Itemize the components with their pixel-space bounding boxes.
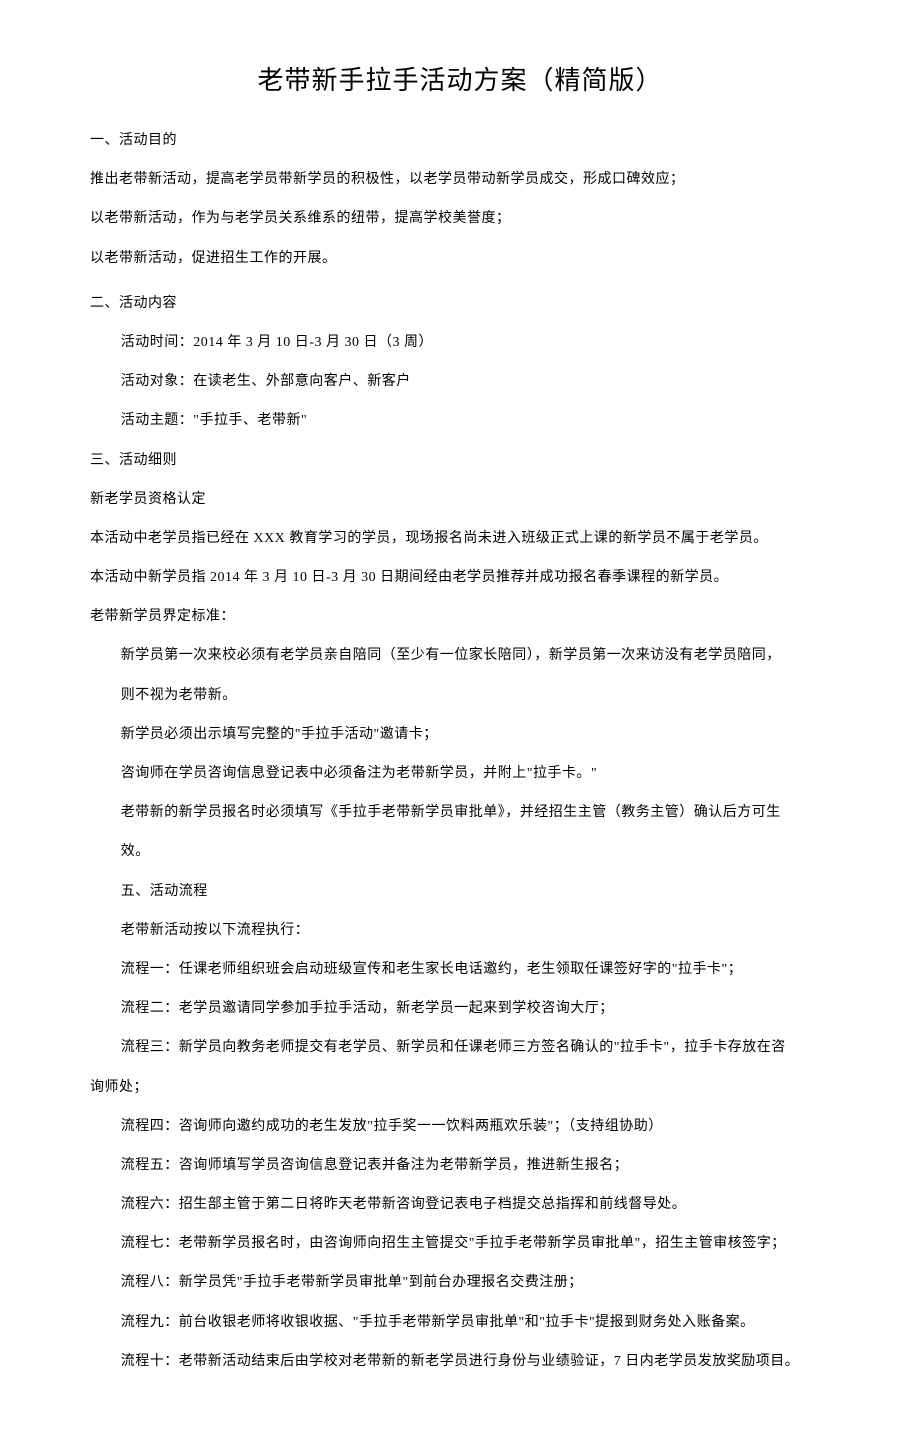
section-heading-1: 一、活动目的 (90, 121, 830, 160)
flow-1: 流程一：任课老师组织班会启动班级宣传和老生家长电话邀约，老生领取任课签好字的"拉… (90, 950, 830, 989)
section2-p1: 活动时间：2014 年 3 月 10 日-3 月 30 日（3 周） (90, 323, 830, 362)
section3-p6: 新学员必须出示填写完整的"手拉手活动"邀请卡； (90, 715, 830, 754)
section-heading-5: 五、活动流程 (90, 872, 830, 911)
flow-6: 流程六：招生部主管于第二日将昨天老带新咨询登记表电子档提交总指挥和前线督导处。 (90, 1185, 830, 1224)
flow-10: 流程十：老带新活动结束后由学校对老带新的新老学员进行身份与业绩验证，7 日内老学… (90, 1342, 830, 1381)
section3-p3: 本活动中新学员指 2014 年 3 月 10 日-3 月 30 日期间经由老学员… (90, 558, 830, 597)
section1-p1: 推出老带新活动，提高老学员带新学员的积极性，以老学员带动新学员成交，形成口碑效应… (90, 160, 830, 199)
flow-8: 流程八：新学员凭"手拉手老带新学员审批单"到前台办理报名交费注册； (90, 1263, 830, 1302)
flow-5: 流程五：咨询师填写学员咨询信息登记表并备注为老带新学员，推进新生报名； (90, 1146, 830, 1185)
section3-p7: 咨询师在学员咨询信息登记表中必须备注为老带新学员，并附上"拉手卡。" (90, 754, 830, 793)
flow-7: 流程七：老带新学员报名时，由咨询师向招生主管提交"手拉手老带新学员审批单"，招生… (90, 1224, 830, 1263)
flow-3a: 流程三：新学员向教务老师提交有老学员、新学员和任课老师三方签名确认的"拉手卡"，… (90, 1028, 830, 1067)
section3-p2: 本活动中老学员指已经在 XXX 教育学习的学员，现场报名尚未进入班级正式上课的新… (90, 519, 830, 558)
section3-p4: 老带新学员界定标准： (90, 597, 830, 636)
flow-2: 流程二：老学员邀请同学参加手拉手活动，新老学员一起来到学校咨询大厅； (90, 989, 830, 1028)
section1-p2: 以老带新活动，作为与老学员关系维系的纽带，提高学校美誉度； (90, 199, 830, 238)
section3-p8a: 老带新的新学员报名时必须填写《手拉手老带新学员审批单》，并经招生主管（教务主管）… (90, 793, 830, 832)
section2-p2: 活动对象：在读老生、外部意向客户、新客户 (90, 362, 830, 401)
flow-4: 流程四：咨询师向邀约成功的老生发放"拉手奖一一饮料两瓶欢乐装"；（支持组协助） (90, 1107, 830, 1146)
section3-p5b: 则不视为老带新。 (90, 676, 830, 715)
flow-3b: 询师处； (90, 1068, 830, 1107)
section1-p3: 以老带新活动，促进招生工作的开展。 (90, 239, 830, 278)
section3-p1: 新老学员资格认定 (90, 480, 830, 519)
section2-p3: 活动主题："手拉手、老带新" (90, 401, 830, 440)
page-title: 老带新手拉手活动方案（精简版） (90, 60, 830, 97)
flow-9: 流程九：前台收银老师将收银收据、"手拉手老带新学员审批单"和"拉手卡"提报到财务… (90, 1303, 830, 1342)
section5-intro: 老带新活动按以下流程执行： (90, 911, 830, 950)
section3-p5a: 新学员第一次来校必须有老学员亲自陪同（至少有一位家长陪同），新学员第一次来访没有… (90, 636, 830, 675)
section-heading-2: 二、活动内容 (90, 284, 830, 323)
section3-p8b: 效。 (90, 832, 830, 871)
section-heading-3: 三、活动细则 (90, 441, 830, 480)
